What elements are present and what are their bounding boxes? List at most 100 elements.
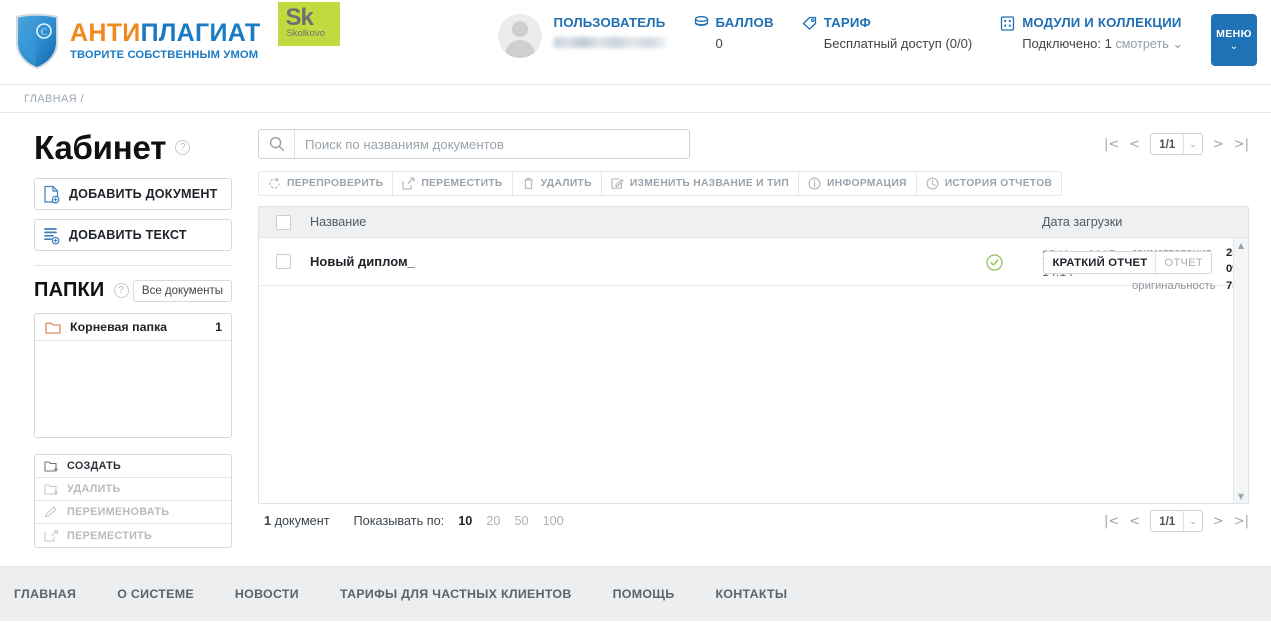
table-row[interactable]: Новый диплом_ 25 Июл 2017 14:14 заимство… xyxy=(259,238,1248,292)
add-text-label: ДОБАВИТЬ ТЕКСТ xyxy=(69,228,187,242)
action-report-history-label: ИСТОРИЯ ОТЧЕТОВ xyxy=(944,178,1053,189)
header-tariff-block[interactable]: ТАРИФ Бесплатный доступ (0/0) xyxy=(802,14,972,52)
help-icon[interactable]: ? xyxy=(175,140,191,155)
breadcrumb-item-home[interactable]: ГЛАВНАЯ / xyxy=(24,93,84,105)
table-footer-bar: 1 документ Показывать по: 10 20 50 100 |… xyxy=(258,504,1249,538)
page-header: C АНТИПЛАГИАТ ТВОРИТЕ СОБСТВЕННЫМ УМОМ S… xyxy=(0,0,1271,85)
page-size-100[interactable]: 100 xyxy=(543,514,564,528)
table-header-row: Название Дата загрузки xyxy=(259,207,1248,238)
header-modules-view-link[interactable]: смотреть xyxy=(1115,37,1168,51)
page-size-selector: Показывать по: 10 20 50 100 xyxy=(354,514,564,528)
pagination-last-button[interactable]: >| xyxy=(1234,515,1249,528)
full-report-button[interactable]: ОТЧЕТ xyxy=(1156,252,1211,273)
folder-item-name: Корневая папка xyxy=(70,320,168,334)
row-checkbox[interactable] xyxy=(276,254,291,269)
folder-create-label: СОЗДАТЬ xyxy=(67,460,122,472)
sidebar: Кабинет ? ДОБАВИТЬ ДОКУМЕНТ ДОБАВИТЬ ТЕК… xyxy=(0,113,250,566)
action-recheck[interactable]: ПЕРЕПРОВЕРИТЬ xyxy=(259,172,394,195)
pagination-first-button[interactable]: |< xyxy=(1104,138,1119,151)
footer-link-about[interactable]: О СИСТЕМЕ xyxy=(117,587,194,601)
footer-link-help[interactable]: ПОМОЩЬ xyxy=(613,587,675,601)
footer-link-home[interactable]: ГЛАВНАЯ xyxy=(14,587,76,601)
select-all-checkbox[interactable] xyxy=(276,214,291,230)
header-tariff-value: Бесплатный доступ (0/0) xyxy=(823,35,973,51)
pagination-next-button[interactable]: > xyxy=(1213,515,1224,528)
folder-rename-button[interactable]: ПЕРЕИМЕНОВАТЬ xyxy=(35,501,231,524)
search-row: |< < 1/1 ⌄ > >| xyxy=(258,129,1249,159)
info-icon xyxy=(808,177,821,190)
folder-move-label: ПЕРЕМЕСТИТЬ xyxy=(67,529,153,542)
search-box[interactable] xyxy=(258,129,690,159)
brand-tagline: ТВОРИТЕ СОБСТВЕННЫМ УМОМ xyxy=(70,48,259,61)
scroll-down-arrow-icon[interactable]: ▼ xyxy=(1234,489,1248,503)
folder-delete-button[interactable]: УДАЛИТЬ xyxy=(35,478,231,501)
pagination-first-button[interactable]: |< xyxy=(1104,515,1119,528)
folder-list: Корневая папка 1 xyxy=(34,313,232,438)
table-scrollbar[interactable]: ▲ ▼ xyxy=(1233,238,1248,503)
action-information[interactable]: ИНФОРМАЦИЯ xyxy=(799,172,917,195)
add-document-label: ДОБАВИТЬ ДОКУМЕНТ xyxy=(69,187,218,201)
header-modules-block[interactable]: МОДУЛИ И КОЛЛЕКЦИИ Подключено: 1 смотрет… xyxy=(1000,14,1183,53)
action-report-history[interactable]: ИСТОРИЯ ОТЧЕТОВ xyxy=(917,172,1062,195)
help-icon[interactable]: ? xyxy=(113,283,129,298)
folder-delete-label: УДАЛИТЬ xyxy=(67,483,121,495)
header-user-block[interactable]: ПОЛЬЗОВАТЕЛЬ xyxy=(497,14,666,58)
tag-icon xyxy=(802,16,817,30)
page-size-50[interactable]: 50 xyxy=(514,514,528,528)
page-title: Кабинет ? xyxy=(34,131,232,164)
footer-link-tariffs[interactable]: ТАРИФЫ ДЛЯ ЧАСТНЫХ КЛИЕНТОВ xyxy=(340,587,572,601)
action-edit-name-type[interactable]: ИЗМЕНИТЬ НАЗВАНИЕ И ТИП xyxy=(602,172,800,195)
page-size-20[interactable]: 20 xyxy=(486,514,500,528)
folder-item-root[interactable]: Корневая папка 1 xyxy=(35,314,231,341)
folder-move-button[interactable]: ПЕРЕМЕСТИТЬ xyxy=(35,524,231,547)
menu-button-label: МЕНЮ xyxy=(1216,28,1252,40)
footer-link-contacts[interactable]: КОНТАКТЫ xyxy=(715,587,787,601)
action-delete[interactable]: УДАЛИТЬ xyxy=(513,172,602,195)
column-header-name: Название xyxy=(310,215,367,229)
database-icon xyxy=(694,16,709,30)
add-document-button[interactable]: ДОБАВИТЬ ДОКУМЕНТ xyxy=(34,178,232,210)
menu-button[interactable]: МЕНЮ ⌄ xyxy=(1211,14,1257,66)
folder-create-button[interactable]: СОЗДАТЬ xyxy=(35,455,231,478)
chevron-down-icon[interactable]: ⌄ xyxy=(1183,511,1202,531)
chevron-down-icon[interactable]: ⌄ xyxy=(1172,37,1183,51)
svg-text:C: C xyxy=(41,27,47,37)
footer-link-news[interactable]: НОВОСТИ xyxy=(235,587,299,601)
pagination-page-value: 1/1 xyxy=(1159,137,1176,151)
pagination-page-select[interactable]: 1/1 ⌄ xyxy=(1150,510,1203,532)
documents-table: Название Дата загрузки Новый диплом_ 25 … xyxy=(258,206,1249,504)
pagination-page-select[interactable]: 1/1 ⌄ xyxy=(1150,133,1203,155)
skolkovo-logo[interactable]: Sk Skolkovo xyxy=(278,2,341,46)
all-documents-button[interactable]: Все документы xyxy=(132,279,232,302)
action-edit-name-type-label: ИЗМЕНИТЬ НАЗВАНИЕ И ТИП xyxy=(629,178,790,189)
brand-title: АНТИПЛАГИАТ xyxy=(70,20,260,46)
metric-originality-label: оригинальность xyxy=(1132,279,1216,292)
search-icon[interactable] xyxy=(259,130,295,158)
search-input[interactable] xyxy=(295,136,689,152)
metric-originality: оригинальность 75% xyxy=(1132,278,1248,294)
folder-item-count: 1 xyxy=(215,320,222,334)
brand-logo[interactable]: C АНТИПЛАГИАТ ТВОРИТЕ СОБСТВЕННЫМ УМОМ xyxy=(14,12,260,70)
header-points-block[interactable]: БАЛЛОВ 0 xyxy=(694,14,774,52)
document-name[interactable]: Новый диплом_ xyxy=(310,254,415,269)
refresh-icon xyxy=(268,177,281,190)
pagination-prev-button[interactable]: < xyxy=(1129,515,1140,528)
pagination-prev-button[interactable]: < xyxy=(1129,138,1140,151)
documents-count-label: документ xyxy=(271,514,330,528)
scroll-up-arrow-icon[interactable]: ▲ xyxy=(1234,238,1248,253)
action-recheck-label: ПЕРЕПРОВЕРИТЬ xyxy=(287,178,384,189)
page-title-text: Кабинет xyxy=(34,129,167,166)
add-text-button[interactable]: ДОБАВИТЬ ТЕКСТ xyxy=(34,219,232,251)
pagination-last-button[interactable]: >| xyxy=(1234,138,1249,151)
chevron-down-icon[interactable]: ⌄ xyxy=(1183,134,1202,154)
add-document-icon xyxy=(43,185,60,204)
page-body: Кабинет ? ДОБАВИТЬ ДОКУМЕНТ ДОБАВИТЬ ТЕК… xyxy=(0,113,1271,566)
action-move[interactable]: ПЕРЕМЕСТИТЬ xyxy=(393,172,513,195)
action-toolbar: ПЕРЕПРОВЕРИТЬ ПЕРЕМЕСТИТЬ УДАЛИТЬ ИЗМЕНИ… xyxy=(258,171,1063,196)
chevron-down-icon: ⌄ xyxy=(1229,41,1239,52)
brief-report-button[interactable]: КРАТКИЙ ОТЧЕТ xyxy=(1044,252,1157,273)
page-size-10[interactable]: 10 xyxy=(458,514,472,528)
folder-operations: СОЗДАТЬ УДАЛИТЬ ПЕРЕИМЕНОВАТЬ ПЕРЕМЕСТИТ… xyxy=(34,454,232,548)
avatar[interactable] xyxy=(497,14,542,58)
pagination-next-button[interactable]: > xyxy=(1213,138,1224,151)
